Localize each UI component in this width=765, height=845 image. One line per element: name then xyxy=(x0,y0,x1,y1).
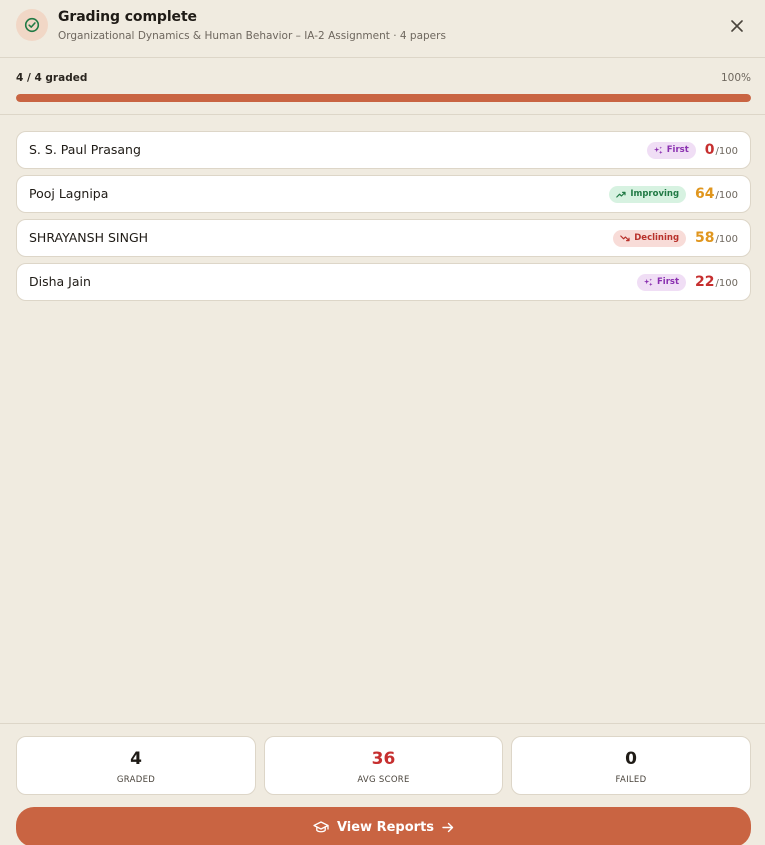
score-value: 64 xyxy=(695,186,715,202)
arrow-right-icon xyxy=(442,822,454,832)
graduation-cap-icon xyxy=(313,820,329,832)
divider xyxy=(0,723,765,724)
student-row[interactable]: Disha Jain First 22/100 xyxy=(16,263,751,301)
student-row[interactable]: S. S. Paul Prasang First 0/100 xyxy=(16,131,751,169)
view-reports-label: View Reports xyxy=(336,819,435,835)
close-icon xyxy=(731,20,743,32)
sparkle-icon xyxy=(653,145,663,154)
view-reports-button[interactable]: View Reports xyxy=(16,807,751,845)
score: 0/100 xyxy=(705,142,738,158)
stat-avg-score: 36 AVG SCORE xyxy=(264,736,503,795)
divider xyxy=(0,114,765,115)
trend-badge: Declining xyxy=(613,229,687,247)
trend-badge: First xyxy=(637,273,687,291)
trending-up-icon xyxy=(616,191,626,198)
trending-down-icon xyxy=(620,234,630,241)
check-circle-icon xyxy=(16,9,48,41)
student-name: Pooj Lagnipa xyxy=(29,186,109,201)
trend-badge: First xyxy=(646,141,696,159)
score-max: /100 xyxy=(715,190,738,201)
stat-label: GRADED xyxy=(116,775,156,785)
student-list: S. S. Paul Prasang First 0/100 Pooj Lagn… xyxy=(16,131,751,307)
header: Grading complete Organizational Dynamics… xyxy=(0,0,765,58)
score-value: 22 xyxy=(695,274,715,290)
stat-value: 4 xyxy=(130,749,142,769)
progress-fill xyxy=(16,94,751,102)
stat-label: AVG SCORE xyxy=(357,775,410,785)
grading-panel: Grading complete Organizational Dynamics… xyxy=(0,0,765,845)
stat-graded: 4 GRADED xyxy=(16,736,256,795)
trend-badge-label: First xyxy=(666,145,689,155)
student-name: SHRAYANSH SINGH xyxy=(29,230,149,245)
progress-label: 4 / 4 graded xyxy=(16,72,88,84)
score-max: /100 xyxy=(715,234,738,245)
score-max: /100 xyxy=(715,146,738,157)
trend-badge-label: Declining xyxy=(634,233,680,243)
student-name: S. S. Paul Prasang xyxy=(29,142,141,157)
score-value: 0 xyxy=(704,142,715,158)
student-row[interactable]: SHRAYANSH SINGH Declining 58/100 xyxy=(16,219,751,257)
score-max: /100 xyxy=(715,278,738,289)
trend-badge-label: Improving xyxy=(630,189,680,199)
stat-label: FAILED xyxy=(615,775,647,785)
student-name: Disha Jain xyxy=(29,274,91,289)
stat-failed: 0 FAILED xyxy=(511,736,751,795)
close-button[interactable] xyxy=(727,16,747,36)
progress-bar xyxy=(16,94,751,102)
score: 22/100 xyxy=(695,274,738,290)
trend-badge-label: First xyxy=(657,277,680,287)
stat-value: 36 xyxy=(371,749,396,769)
page-subtitle: Organizational Dynamics & Human Behavior… xyxy=(58,30,446,42)
stat-value: 0 xyxy=(625,749,637,769)
progress-percent: 100% xyxy=(720,72,751,84)
score-value: 58 xyxy=(695,230,715,246)
score: 64/100 xyxy=(695,186,738,202)
page-title: Grading complete xyxy=(58,9,197,25)
sparkle-icon xyxy=(644,277,653,286)
student-row[interactable]: Pooj Lagnipa Improving 64/100 xyxy=(16,175,751,213)
score: 58/100 xyxy=(695,230,738,246)
trend-badge: Improving xyxy=(609,185,687,203)
